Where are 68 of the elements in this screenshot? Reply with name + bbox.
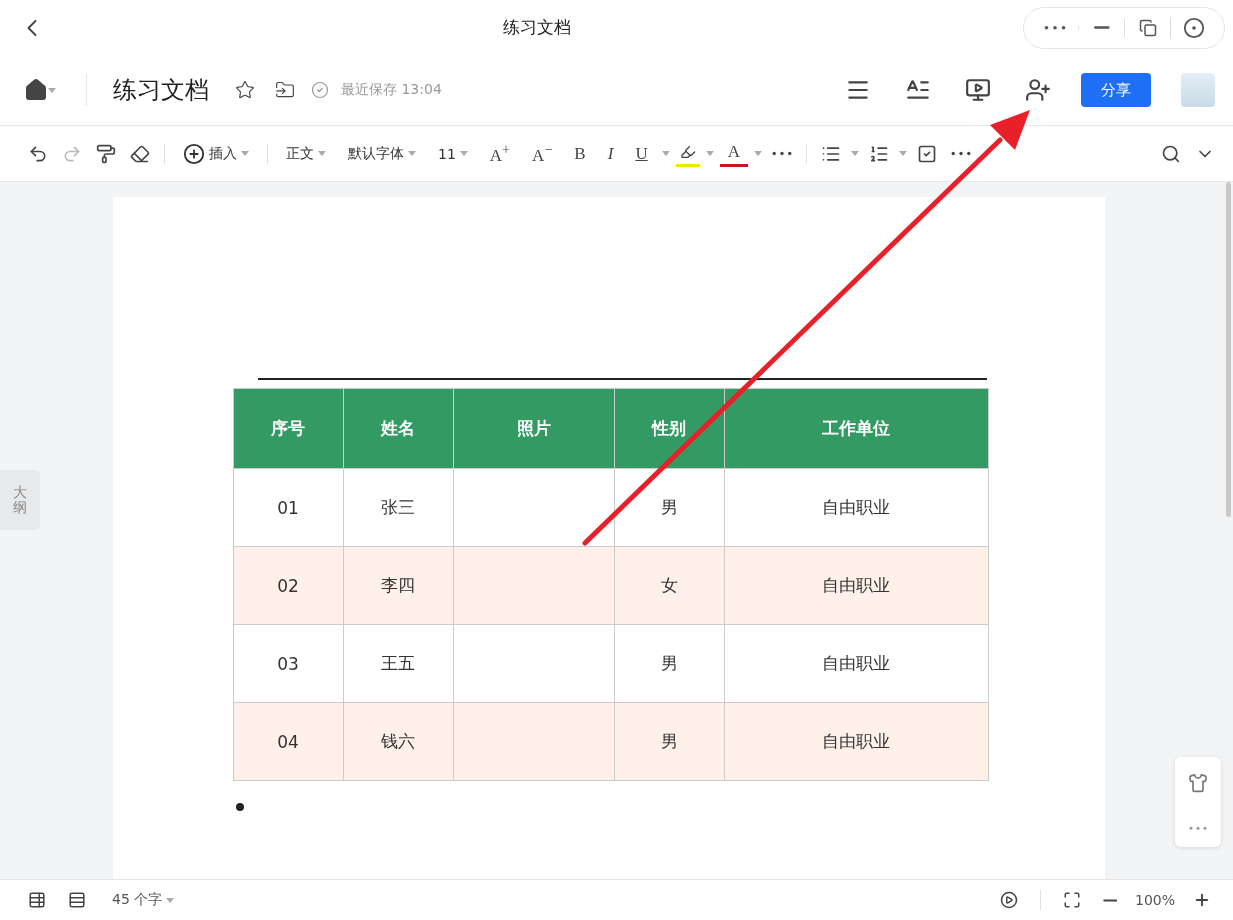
table-cell: 自由职业 [724, 625, 989, 703]
decrease-font-button[interactable]: A$^{−}$ [524, 139, 561, 168]
record-icon [1182, 16, 1205, 39]
minus-icon [1092, 26, 1111, 29]
page-view-icon [68, 891, 86, 909]
underline-button[interactable]: U [627, 141, 656, 166]
table-cell: 自由职业 [724, 469, 989, 547]
font-size-dropdown[interactable]: 11 [430, 141, 476, 166]
font-dropdown[interactable]: 默认字体 [340, 140, 424, 167]
table-cell: 张三 [343, 469, 454, 547]
home-icon [24, 78, 48, 102]
more-icon [950, 151, 971, 156]
more-icon [1189, 826, 1207, 831]
bold-button[interactable]: B [566, 141, 594, 166]
document-title: 练习文档 [86, 74, 209, 106]
table-header-cell: 序号 [233, 389, 344, 469]
table-cell: 自由职业 [724, 547, 989, 625]
table-cell: 自由职业 [724, 703, 989, 781]
table-cell: 女 [614, 547, 725, 625]
restore-icon [1138, 18, 1157, 37]
window-title: 练习文档 [502, 16, 571, 39]
more-icon [1044, 24, 1066, 31]
table-cell: 02 [233, 547, 344, 625]
plus-circle-icon [183, 142, 205, 165]
table-cell: 01 [233, 469, 344, 547]
table-cell: 男 [614, 703, 725, 781]
table-header-cell: 姓名 [343, 389, 454, 469]
outline-view-icon [28, 891, 46, 909]
avatar-thumbnail[interactable] [1181, 73, 1215, 107]
word-count[interactable]: 45 个字 [104, 887, 183, 913]
share-button[interactable]: 分享 [1081, 73, 1151, 107]
highlighter-icon [679, 144, 696, 160]
style-dropdown[interactable]: 正文 [278, 140, 334, 167]
italic-button[interactable]: I [599, 141, 622, 166]
table-header-cell: 工作单位 [724, 389, 989, 469]
folder-arrow-icon [275, 80, 295, 100]
table-cell: 王五 [343, 625, 454, 703]
save-status: 最近保存 13:04 [341, 81, 442, 99]
user-plus-icon [1025, 77, 1051, 103]
table-cell: 钱六 [343, 703, 454, 781]
star-icon [235, 80, 255, 100]
table-cell: 李四 [343, 547, 454, 625]
monitor-play-icon [965, 77, 991, 103]
eraser-icon [130, 143, 150, 164]
plus-icon [1193, 891, 1211, 909]
play-icon [999, 891, 1018, 909]
check-icon [311, 81, 329, 99]
zoom-level: 100% [1134, 892, 1175, 908]
paint-roller-icon [96, 143, 116, 164]
table-cell: 男 [614, 469, 725, 547]
table-cell: 03 [233, 625, 344, 703]
bullet-icon [235, 803, 244, 811]
table-header-cell: 照片 [453, 389, 615, 469]
search-icon [1161, 143, 1181, 164]
table-cell: 04 [233, 703, 344, 781]
fullscreen-icon [1062, 891, 1081, 909]
checkbox-icon [916, 143, 937, 164]
table-header-cell: 性别 [614, 389, 725, 469]
scrollbar-thumb[interactable] [1226, 182, 1231, 517]
more-icon [771, 151, 792, 156]
shirt-icon [1188, 773, 1208, 794]
font-color-button[interactable]: A [719, 140, 748, 167]
insert-button[interactable]: 插入 [175, 138, 257, 169]
minus-icon [1102, 898, 1117, 902]
redo-icon [62, 143, 82, 164]
increase-font-button[interactable]: A$^{+}$ [481, 139, 519, 168]
table-cell: 男 [614, 625, 725, 703]
undo-icon [28, 143, 48, 164]
